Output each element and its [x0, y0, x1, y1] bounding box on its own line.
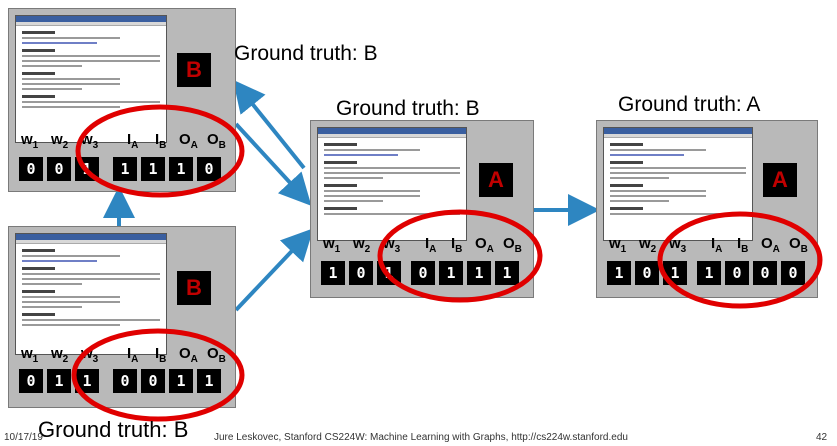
word-bits: 001: [19, 157, 103, 183]
arrow-n2-to-n3: [234, 228, 314, 312]
node-1: B w1 w2 w3 IA IB OA OB 001 1110: [8, 8, 236, 192]
ground-truth-label-1: Ground truth: B: [234, 42, 378, 65]
relational-bits: 0111: [411, 261, 523, 287]
webpage-thumbnail: [603, 127, 753, 241]
class-label-box: B: [177, 271, 211, 305]
class-label-box: B: [177, 53, 211, 87]
word-bits: 101: [321, 261, 405, 287]
node-4: A w1 w2 w3 IA IB OA OB 101 1000: [596, 120, 818, 298]
variable-headers: w1 w2 w3 IA IB OA OB: [21, 131, 226, 151]
page-number: 42: [816, 432, 828, 443]
class-label-box: A: [763, 163, 797, 197]
footer-credit: Jure Leskovec, Stanford CS224W: Machine …: [214, 432, 628, 443]
variable-headers: w1 w2 w3 IA IB OA OB: [609, 235, 808, 255]
relational-bits: 1000: [697, 261, 809, 287]
relational-bits: 0011: [113, 369, 225, 395]
ground-truth-label-2: Ground truth: B: [38, 417, 189, 442]
variable-headers: w1 w2 w3 IA IB OA OB: [323, 235, 522, 255]
word-bits: 101: [607, 261, 691, 287]
relational-bits: 1110: [113, 157, 225, 183]
webpage-thumbnail: [15, 15, 167, 143]
webpage-thumbnail: [15, 233, 167, 355]
arrow-n1-to-n3: [234, 122, 312, 206]
ground-truth-label-3: Ground truth: B: [336, 97, 480, 120]
webpage-thumbnail: [317, 127, 467, 241]
node-3: A w1 w2 w3 IA IB OA OB 101 0111: [310, 120, 534, 298]
arrow-n3-to-n1: [232, 79, 306, 170]
footer-date: 10/17/19: [4, 432, 43, 443]
word-bits: 011: [19, 369, 103, 395]
class-label-box: A: [479, 163, 513, 197]
ground-truth-label-4: Ground truth: A: [618, 93, 761, 116]
node-2: B w1 w2 w3 IA IB OA OB 011 0011: [8, 226, 236, 408]
variable-headers: w1 w2 w3 IA IB OA OB: [21, 345, 226, 365]
